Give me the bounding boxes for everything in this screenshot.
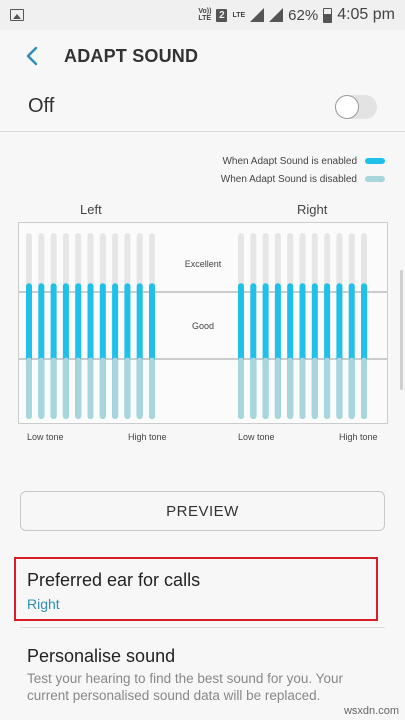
- adapt-sound-switch[interactable]: [335, 94, 377, 119]
- right-low-tone-label: Low tone: [238, 432, 275, 442]
- bar-disabled-left-2: [38, 357, 45, 419]
- sim-badge: 2: [216, 8, 228, 22]
- bar-disabled-left-4: [62, 357, 69, 419]
- preview-button[interactable]: PREVIEW: [20, 491, 385, 531]
- volte-bottom-text: LTE: [198, 15, 212, 22]
- legend-swatch-enabled: [365, 158, 385, 164]
- bar-disabled-left-7: [99, 357, 106, 419]
- bar-disabled-left-6: [87, 357, 94, 419]
- level-label-excellent: Excellent: [185, 259, 222, 269]
- right-high-tone-label: High tone: [339, 432, 378, 442]
- lte-indicator: LTE: [232, 12, 245, 19]
- signal-icon: [250, 8, 265, 22]
- scrollbar[interactable]: [400, 270, 403, 390]
- chart-legend: When Adapt Sound is enabled When Adapt S…: [165, 152, 385, 188]
- bar-disabled-right-5: [287, 357, 294, 419]
- bar-disabled-left-9: [124, 357, 131, 419]
- gallery-notification-icon: [10, 9, 24, 21]
- bar-disabled-left-5: [75, 357, 82, 419]
- signal-icon-2: [269, 8, 284, 22]
- bar-disabled-right-4: [274, 357, 281, 419]
- panel-label-left: Left: [80, 202, 102, 217]
- watermark: wsxdn.com: [343, 705, 399, 717]
- legend-swatch-disabled: [365, 176, 385, 182]
- battery-percent: 62%: [288, 6, 319, 24]
- status-bar: Vo)) LTE 2 LTE 62% 4:05 pm: [0, 0, 405, 30]
- bar-disabled-right-8: [324, 357, 331, 419]
- legend-label-disabled: When Adapt Sound is disabled: [220, 173, 357, 185]
- preferred-ear-title: Preferred ear for calls: [27, 570, 201, 590]
- personalise-sound-title: Personalise sound: [27, 646, 176, 666]
- back-button[interactable]: [12, 36, 52, 76]
- hearing-chart-svg: Excellent Good: [19, 233, 387, 419]
- bar-disabled-right-10: [348, 357, 355, 419]
- level-label-good: Good: [192, 321, 214, 331]
- switch-knob: [335, 94, 359, 119]
- legend-item-enabled: When Adapt Sound is enabled: [165, 152, 385, 170]
- bar-disabled-right-6: [299, 357, 306, 419]
- bar-disabled-right-11: [361, 357, 367, 419]
- bar-disabled-left-1: [26, 357, 32, 419]
- toggle-label: Off: [28, 95, 55, 117]
- legend-label-enabled: When Adapt Sound is enabled: [222, 155, 357, 167]
- bar-disabled-right-7: [311, 357, 318, 419]
- panel-label-right: Right: [297, 202, 328, 217]
- bar-disabled-left-3: [50, 357, 57, 419]
- preferred-ear-value: Right: [27, 596, 60, 612]
- status-indicators: Vo)) LTE 2 LTE 62% 4:05 pm: [198, 6, 395, 24]
- bars-left-group: [26, 233, 155, 419]
- left-high-tone-label: High tone: [128, 432, 167, 442]
- battery-icon: [323, 7, 333, 23]
- left-low-tone-label: Low tone: [27, 432, 64, 442]
- bar-disabled-right-9: [336, 357, 343, 419]
- clock: 4:05 pm: [337, 6, 395, 23]
- volte-top-text: Vo)): [198, 8, 212, 15]
- bar-disabled-left-8: [112, 357, 119, 419]
- bar-disabled-right-3: [262, 357, 269, 419]
- bars-right-group: [238, 233, 367, 419]
- divider: [20, 627, 385, 628]
- preferred-ear-setting[interactable]: [0, 557, 405, 627]
- volte-indicator: Vo)) LTE: [198, 8, 211, 22]
- lte-text: LTE: [232, 11, 246, 19]
- legend-item-disabled: When Adapt Sound is disabled: [165, 170, 385, 188]
- adapt-sound-toggle-row[interactable]: Off: [0, 82, 405, 132]
- page-title: ADAPT SOUND: [64, 45, 199, 66]
- hearing-chart: Excellent Good: [18, 222, 388, 424]
- bar-disabled-left-11: [149, 357, 155, 419]
- personalise-sound-description: Test your hearing to find the best sound…: [27, 671, 343, 703]
- app-header: ADAPT SOUND: [0, 30, 405, 82]
- chevron-left-icon: [26, 46, 38, 66]
- bar-disabled-right-1: [238, 357, 244, 419]
- bar-disabled-left-10: [136, 357, 143, 419]
- bar-disabled-right-2: [250, 357, 257, 419]
